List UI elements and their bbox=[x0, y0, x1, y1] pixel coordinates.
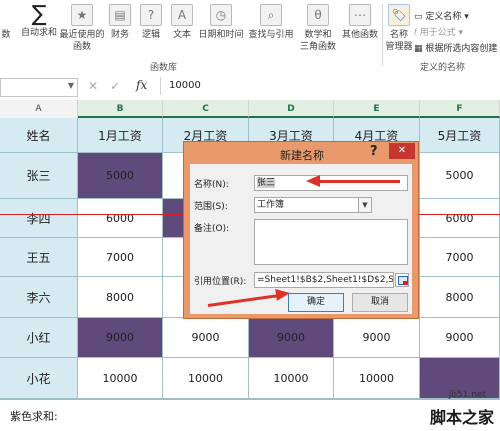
autosum-icon: ∑ bbox=[29, 4, 49, 26]
name-box[interactable]: ▼ bbox=[0, 78, 78, 97]
column-headers: A B C D E F bbox=[0, 100, 500, 119]
use-in-formula-button[interactable]: 𝑓 用于公式 ▾ bbox=[414, 25, 463, 38]
text-icon: A bbox=[171, 4, 193, 26]
name-cell[interactable]: 张三 bbox=[0, 153, 78, 199]
salary-cell[interactable]: 9000 bbox=[78, 318, 163, 358]
salary-cell[interactable]: 5000 bbox=[78, 153, 163, 199]
autosum-button[interactable]: ∑ 自动求和 bbox=[18, 4, 60, 39]
dialog-body: 名称(N): 张三 范围(S): 工作簿 ▼ 备注(O): 引用位置(R): =… bbox=[190, 164, 412, 314]
watermark-logo: 脚本之家 bbox=[429, 408, 494, 427]
ribbon-separator bbox=[382, 4, 383, 66]
name-manager-icon: 🏷 bbox=[388, 4, 410, 26]
column-header-c[interactable]: C bbox=[163, 100, 249, 118]
more-functions-button[interactable]: ⋯ 其他函数 bbox=[340, 4, 380, 41]
column-header-d[interactable]: D bbox=[249, 100, 334, 118]
annotation-arrow-head bbox=[306, 175, 320, 187]
name-cell[interactable]: 李四 bbox=[0, 199, 78, 238]
collapse-dialog-icon[interactable] bbox=[395, 273, 409, 287]
name-cell[interactable]: 小花 bbox=[0, 358, 78, 399]
name-manager-button[interactable]: 🏷 名称 管理器 bbox=[384, 4, 414, 53]
salary-cell[interactable]: 7000 bbox=[420, 238, 500, 277]
scope-select[interactable]: 工作簿 ▼ bbox=[254, 197, 372, 213]
close-button[interactable]: ✕ bbox=[389, 143, 415, 159]
logical-button[interactable]: ? 逻辑 bbox=[137, 4, 165, 41]
name-cell[interactable]: 王五 bbox=[0, 238, 78, 277]
salary-cell[interactable]: 7000 bbox=[78, 238, 163, 277]
insert-function-icon[interactable]: fx bbox=[136, 78, 147, 92]
name-cell[interactable]: 李六 bbox=[0, 277, 78, 318]
help-icon[interactable]: ? bbox=[370, 144, 378, 159]
column-header-b[interactable]: B bbox=[78, 100, 163, 118]
header-cell[interactable]: 5月工资 bbox=[420, 118, 500, 153]
salary-cell[interactable]: 10000 bbox=[249, 358, 334, 399]
group-label-function-library: 函数库 bbox=[150, 63, 178, 73]
math-trig-icon: θ bbox=[307, 4, 329, 26]
create-from-selection-icon: ▦ bbox=[414, 44, 426, 54]
cancel-button[interactable]: 取消 bbox=[352, 293, 408, 312]
refers-to-label: 引用位置(R): bbox=[194, 277, 247, 287]
lookup-reference-icon: ⌕ bbox=[260, 4, 282, 26]
define-name-button[interactable]: ▭ 定义名称 ▾ bbox=[414, 9, 469, 22]
comment-label: 备注(O): bbox=[194, 224, 230, 234]
formula-input[interactable]: 10000 bbox=[160, 77, 500, 95]
dialog-title: 新建名称 bbox=[280, 149, 324, 162]
salary-cell[interactable]: 10000 bbox=[334, 358, 420, 399]
logical-icon: ? bbox=[140, 4, 162, 26]
header-cell[interactable]: 1月工资 bbox=[78, 118, 163, 153]
ribbon: 数 ∑ 自动求和 ★ 最近使用的 函数 ▤ 财务 ? 逻辑 A 文本 ◷ 日期和… bbox=[0, 0, 500, 75]
financial-button[interactable]: ▤ 财务 bbox=[106, 4, 134, 41]
salary-cell[interactable]: 10000 bbox=[78, 358, 163, 399]
enter-entry-icon[interactable]: ✓ bbox=[110, 79, 120, 93]
insert-function-button[interactable]: 数 bbox=[0, 4, 18, 41]
ok-button[interactable]: 确定 bbox=[288, 293, 344, 312]
column-header-a[interactable]: A bbox=[0, 100, 78, 118]
sum-row bbox=[0, 399, 500, 431]
header-cell[interactable]: 姓名 bbox=[0, 118, 78, 153]
chevron-down-icon[interactable]: ▼ bbox=[358, 198, 371, 212]
salary-cell[interactable]: 8000 bbox=[78, 277, 163, 318]
text-functions-button[interactable]: A 文本 bbox=[168, 4, 196, 41]
create-from-selection-button[interactable]: ▦ 根据所选内容创建 bbox=[414, 41, 497, 54]
column-header-e[interactable]: E bbox=[334, 100, 420, 118]
salary-cell[interactable]: 8000 bbox=[420, 277, 500, 318]
salary-cell[interactable]: 9000 bbox=[249, 318, 334, 358]
financial-icon: ▤ bbox=[109, 4, 131, 26]
name-cell[interactable]: 小红 bbox=[0, 318, 78, 358]
formula-bar: ▼ ✕ ✓ fx 10000 bbox=[0, 74, 500, 101]
recent-functions-icon: ★ bbox=[71, 4, 93, 26]
salary-cell[interactable]: 9000 bbox=[334, 318, 420, 358]
sum-label[interactable]: 紫色求和: bbox=[10, 408, 58, 424]
salary-cell[interactable]: 6000 bbox=[78, 199, 163, 238]
date-time-button[interactable]: ◷ 日期和时间 bbox=[196, 4, 246, 41]
date-time-icon: ◷ bbox=[210, 4, 232, 26]
lookup-reference-button[interactable]: ⌕ 查找与引用 bbox=[246, 4, 296, 41]
comment-textarea[interactable] bbox=[254, 219, 408, 265]
more-functions-icon: ⋯ bbox=[349, 4, 371, 26]
recent-functions-button[interactable]: ★ 最近使用的 函数 bbox=[58, 4, 106, 53]
chevron-down-icon[interactable]: ▼ bbox=[68, 81, 74, 90]
refers-to-field[interactable]: =Sheet1!$B$2,Sheet1!$D$2,She bbox=[254, 272, 394, 288]
salary-cell[interactable]: 9000 bbox=[163, 318, 249, 358]
chevron-down-icon: ▾ bbox=[461, 12, 469, 22]
salary-cell[interactable]: 9000 bbox=[420, 318, 500, 358]
group-label-defined-names: 定义的名称 bbox=[420, 63, 466, 73]
chevron-down-icon: ▾ bbox=[455, 28, 464, 38]
define-name-icon: ▭ bbox=[414, 12, 426, 22]
scope-label: 范围(S): bbox=[194, 202, 228, 212]
math-trig-button[interactable]: θ 数学和 三角函数 bbox=[296, 4, 340, 53]
watermark-url: jb51.net bbox=[448, 390, 486, 400]
new-name-dialog: 新建名称 ? ✕ 名称(N): 张三 范围(S): 工作簿 ▼ 备注(O): 引… bbox=[183, 141, 419, 319]
salary-cell[interactable]: 6000 bbox=[420, 199, 500, 238]
column-header-f[interactable]: F bbox=[420, 100, 500, 118]
cancel-entry-icon[interactable]: ✕ bbox=[88, 79, 98, 93]
annotation-arrow-line bbox=[318, 180, 400, 183]
salary-cell[interactable]: 5000 bbox=[420, 153, 500, 199]
name-label: 名称(N): bbox=[194, 180, 229, 190]
name-field[interactable]: 张三 bbox=[254, 175, 408, 191]
annotation-arrow-head bbox=[275, 287, 291, 301]
salary-cell[interactable]: 10000 bbox=[163, 358, 249, 399]
